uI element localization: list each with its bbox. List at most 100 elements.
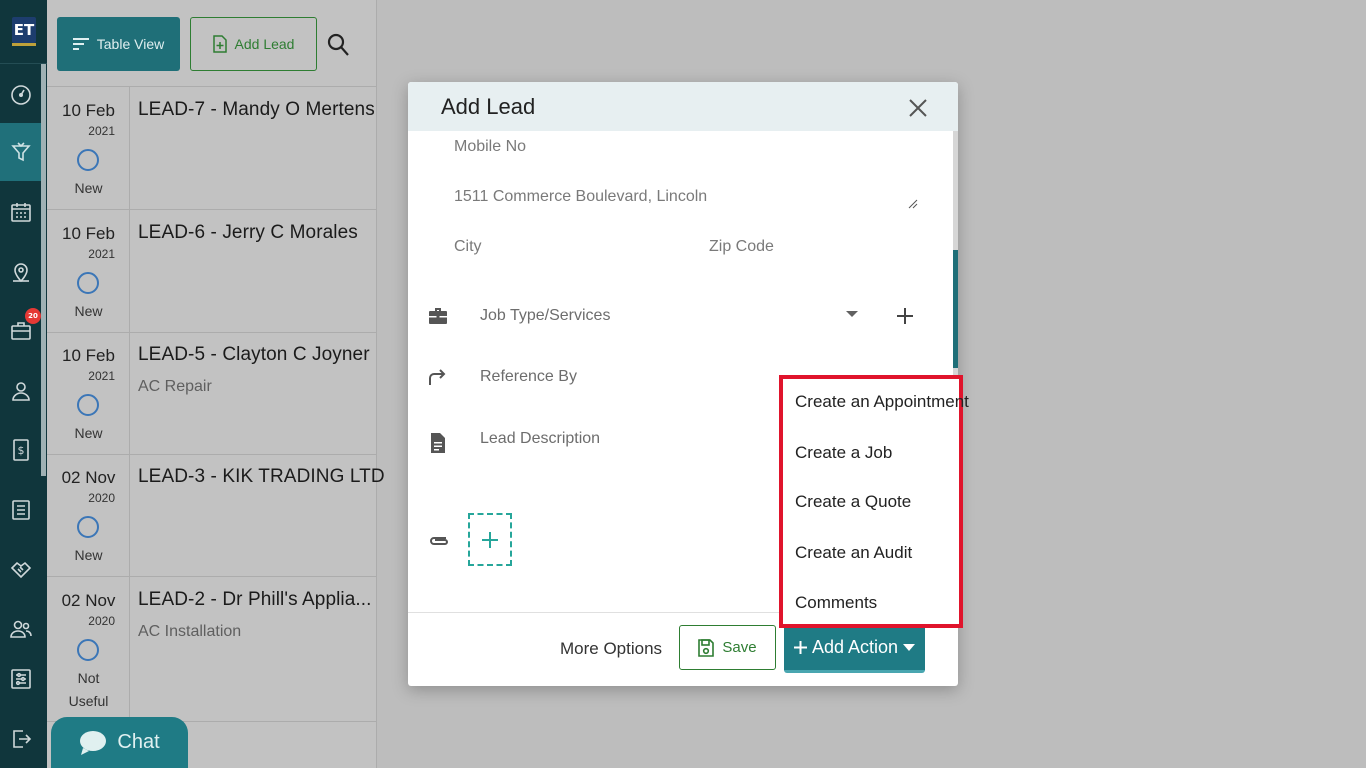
gauge-icon [10, 85, 31, 105]
list-icon [11, 500, 30, 520]
table-view-label: Table View [96, 36, 165, 52]
chat-bubble-icon [80, 730, 107, 755]
calendar-icon [10, 203, 31, 222]
status-circle-icon [77, 272, 99, 294]
add-attachment-button[interactable] [468, 513, 512, 566]
job-type-select[interactable]: Job Type/Services [480, 307, 610, 325]
list-item[interactable]: 10 Feb 2021 New LEAD-5 - Clayton C Joyne… [47, 332, 377, 455]
menu-item-create-audit[interactable]: Create an Audit [795, 543, 912, 563]
lead-title[interactable]: LEAD-3 - KIK TRADING LTD [138, 466, 385, 488]
plus-icon [482, 531, 498, 548]
status-circle-icon [77, 394, 99, 416]
chat-label: Chat [117, 731, 160, 753]
lead-year: 2020 [88, 614, 115, 628]
lead-year: 2021 [88, 124, 115, 138]
lead-year: 2021 [88, 369, 115, 383]
lead-status-line1: Not [77, 670, 100, 686]
lead-status: New [74, 303, 103, 319]
lead-title[interactable]: LEAD-6 - Jerry C Morales [138, 222, 358, 244]
list-item[interactable]: 10 Feb 2021 New LEAD-6 - Jerry C Morales [47, 210, 377, 333]
lead-date: 10 Feb 2021 New [47, 332, 130, 454]
sidebar-item-map[interactable] [0, 243, 41, 301]
lead-status: New [74, 547, 103, 563]
sidebar-item-list[interactable] [0, 481, 41, 539]
mobile-field[interactable]: Mobile No [454, 138, 526, 156]
logout-icon [12, 730, 31, 748]
lead-service: AC Installation [138, 623, 242, 640]
menu-item-create-appointment[interactable]: Create an Appointment [795, 392, 969, 412]
list-item[interactable]: 02 Nov 2020 New LEAD-3 - KIK TRADING LTD [47, 454, 385, 577]
close-icon[interactable] [907, 97, 929, 119]
add-action-button[interactable]: Add Action [784, 625, 925, 673]
lead-title[interactable]: LEAD-7 - Mandy O Mertens [138, 99, 375, 121]
city-field[interactable]: City [454, 238, 482, 256]
zip-code-field[interactable]: Zip Code [709, 238, 774, 256]
caret-down-icon [903, 644, 916, 651]
status-circle-icon [77, 516, 99, 538]
leads-panel: Table View Add Lead 10 Feb 2021 New LEAD… [47, 0, 385, 768]
add-lead-button[interactable]: Add Lead [190, 17, 317, 71]
modal-scrollbar-thumb[interactable] [953, 250, 958, 368]
save-button[interactable]: Save [679, 625, 776, 670]
lead-status: New [74, 180, 103, 196]
list-item[interactable]: 10 Feb 2021 New LEAD-7 - Mandy O Mertens [47, 87, 377, 210]
sidebar-item-dashboard[interactable] [0, 65, 41, 123]
floppy-disk-icon [698, 638, 715, 657]
modal-title: Add Lead [441, 94, 536, 119]
sidebar-item-leads[interactable] [0, 123, 41, 181]
share-arrow-icon [429, 369, 446, 385]
lead-title[interactable]: LEAD-2 - Dr Phill's Applia... [138, 589, 372, 611]
lead-day: 10 Feb [62, 346, 115, 365]
status-circle-icon [77, 149, 99, 171]
more-options-link[interactable]: More Options [560, 639, 662, 659]
search-icon[interactable] [327, 33, 349, 57]
menu-item-create-quote[interactable]: Create a Quote [795, 492, 911, 512]
funnel-icon [10, 142, 31, 162]
map-pin-icon [12, 263, 29, 283]
lead-year: 2020 [88, 491, 115, 505]
briefcase-icon [429, 308, 447, 324]
lead-status: Not Useful [47, 667, 130, 713]
sidebar-item-logout[interactable] [0, 710, 41, 768]
modal-header: Add Lead [408, 82, 958, 131]
chat-button[interactable]: Chat [51, 717, 188, 768]
chevron-down-icon[interactable] [846, 311, 858, 317]
lead-title[interactable]: LEAD-5 - Clayton C Joyner [138, 344, 370, 366]
table-view-button[interactable]: Table View [57, 17, 180, 71]
notification-badge: 20 [25, 308, 41, 324]
reference-by-select[interactable]: Reference By [480, 368, 577, 386]
svg-text:$: $ [17, 444, 24, 457]
address-field[interactable]: 1511 Commerce Boulevard, Lincoln [454, 188, 707, 206]
save-label: Save [722, 639, 757, 656]
sidebar-item-deals[interactable] [0, 540, 41, 598]
menu-item-comments[interactable]: Comments [795, 593, 877, 613]
sidebar-scrollbar[interactable] [41, 64, 46, 476]
resize-grip-icon[interactable] [908, 199, 918, 209]
add-action-menu: Create an Appointment Create a Job Creat… [779, 375, 969, 628]
app-logo[interactable]: ET [12, 17, 36, 46]
menu-item-create-job[interactable]: Create a Job [795, 443, 892, 463]
sidebar-divider [0, 63, 47, 64]
add-file-icon [212, 35, 227, 53]
sidebar-item-settings[interactable] [0, 650, 41, 708]
leads-toolbar: Table View Add Lead [47, 0, 377, 87]
add-job-type-icon[interactable] [895, 306, 915, 326]
lead-day: 10 Feb [62, 101, 115, 120]
list-item[interactable]: 02 Nov 2020 Not Useful LEAD-2 - Dr Phill… [47, 577, 377, 722]
lead-day: 10 Feb [62, 224, 115, 243]
sidebar-item-invoices[interactable]: $ [0, 421, 41, 479]
settings-sliders-icon [10, 669, 31, 689]
lead-date: 02 Nov 2020 Not Useful [47, 577, 130, 721]
lead-status: New [74, 425, 103, 441]
add-action-label: Add Action [811, 637, 899, 657]
lead-status-line2: Useful [68, 693, 109, 709]
add-lead-label: Add Lead [234, 36, 295, 52]
sidebar-item-jobs[interactable]: 20 [0, 302, 41, 360]
document-icon [431, 433, 445, 453]
sidebar-item-calendar[interactable] [0, 183, 41, 241]
sidebar: ET 20 $ [0, 0, 47, 768]
lead-service: AC Repair [138, 378, 212, 395]
lead-day: 02 Nov [61, 468, 116, 487]
lead-description-field[interactable]: Lead Description [480, 430, 600, 448]
sidebar-item-customers[interactable] [0, 362, 41, 420]
